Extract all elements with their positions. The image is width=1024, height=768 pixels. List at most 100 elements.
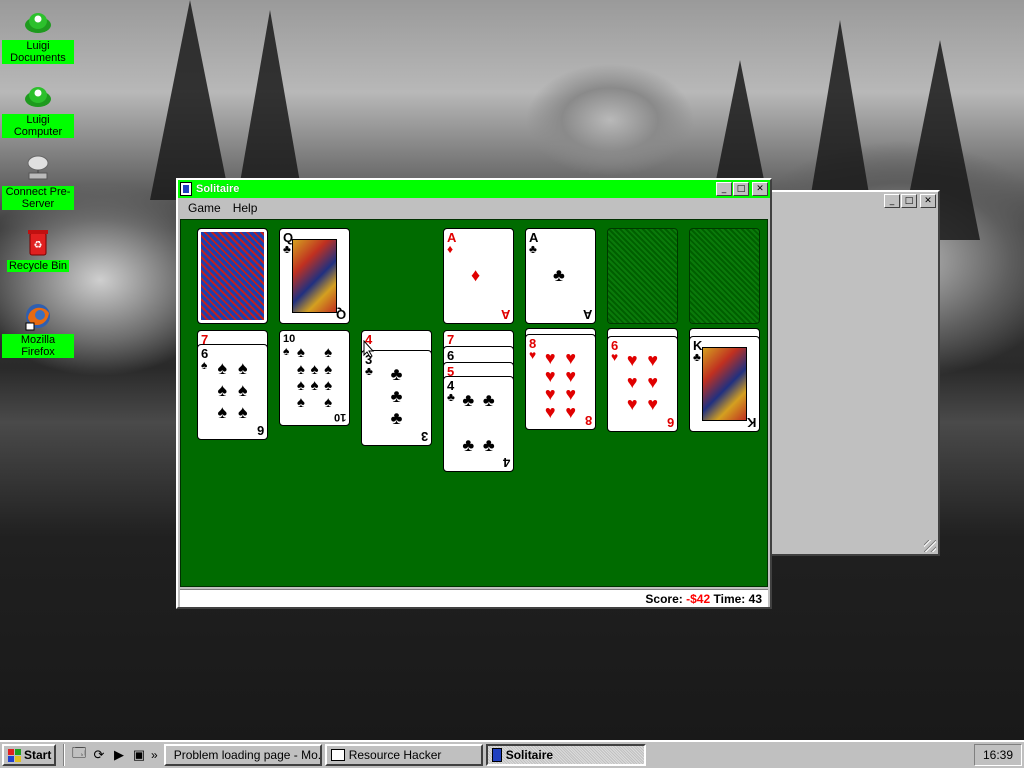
desktop-icon-mozilla-firefox[interactable]: Mozilla Firefox: [2, 300, 74, 358]
solitaire-window[interactable]: Solitaire _ □ ✕ Game Help Q ♣ Q A ♦ ♦ A …: [176, 178, 772, 609]
desktop-icon-recycle-bin[interactable]: ♻ Recycle Bin: [2, 226, 74, 272]
solitaire-app-icon: [180, 182, 192, 196]
recycle-bin-icon: ♻: [22, 226, 54, 258]
desktop-icon[interactable]: ▣: [129, 745, 149, 765]
solitaire-titlebar[interactable]: Solitaire _ □ ✕: [178, 180, 770, 198]
luigi-hat-icon: [22, 80, 54, 112]
foundation-2[interactable]: A ♣ ♣ A: [525, 228, 596, 324]
svg-text:♻: ♻: [34, 240, 43, 251]
card-rank: 4: [502, 455, 510, 470]
close-icon[interactable]: ✕: [920, 194, 936, 208]
card-suit: ♣: [447, 390, 455, 404]
task-resource-hacker[interactable]: Resource Hacker: [324, 744, 483, 766]
club-pips: ♣ ♣ ♣ ♣: [462, 390, 495, 455]
task-label: Resource Hacker: [348, 748, 442, 762]
tableau-1-top-card[interactable]: 6 ♠ ♠ ♠ ♠ ♠ ♠ ♠ 6: [197, 344, 268, 440]
desktop-icon-label: Connect Pre-Server: [2, 186, 74, 210]
desktop-icon-connect-pre-server[interactable]: Connect Pre-Server: [2, 152, 74, 210]
status-bar: Score: -$42 Time: 43: [180, 589, 768, 607]
desktop-icon-label: Mozilla Firefox: [2, 334, 74, 358]
card-suit: ♣: [529, 242, 537, 256]
windows-logo-icon: [8, 748, 21, 762]
card-suit: ♥: [611, 350, 619, 364]
desktop-icon-luigi-documents[interactable]: Luigi Documents: [2, 6, 74, 64]
card-rank: 6: [447, 348, 455, 363]
time-label: Time:: [713, 591, 746, 606]
card-rank: 6: [256, 423, 264, 438]
club-pips: ♣ ♣ ♣: [390, 364, 403, 428]
desktop-icon-luigi-computer[interactable]: Luigi Computer: [2, 80, 74, 138]
card-suit: ♣: [365, 364, 373, 378]
score-label: Score:: [645, 591, 683, 606]
network-drive-icon: [22, 152, 54, 184]
queen-face-image: [292, 239, 337, 313]
close-icon[interactable]: ✕: [752, 182, 768, 196]
desktop-icon-label: Recycle Bin: [6, 260, 70, 272]
card-rank: 3: [420, 429, 428, 444]
card-suit: ♥: [529, 348, 537, 362]
media-player-icon[interactable]: ▶: [109, 745, 129, 765]
card-rank: Q: [335, 307, 346, 322]
card-suit: ♠: [201, 358, 208, 372]
maximize-icon[interactable]: □: [733, 182, 749, 196]
tableau-4-top-card[interactable]: 4 ♣ ♣ ♣ ♣ ♣ 4: [443, 376, 514, 472]
card-suit: ♠: [283, 344, 290, 358]
foundation-3-empty[interactable]: [607, 228, 678, 324]
game-felt[interactable]: Q ♣ Q A ♦ ♦ A A ♣ ♣ A 7 6 ♠ ♠♠♠♠♠♠: [180, 219, 768, 587]
taskbar: Start 🗔 ⟳ ▶ ▣ » Problem loading page - M…: [0, 740, 1024, 768]
card-rank: A: [500, 307, 510, 322]
start-label: Start: [24, 748, 52, 762]
background-window-titlebar[interactable]: _ □ ✕: [766, 192, 938, 210]
heart-pips: ♥ ♥ ♥ ♥ ♥ ♥ ♥ ♥: [544, 348, 577, 422]
mouse-cursor-icon: [363, 340, 375, 358]
foundation-4-empty[interactable]: [689, 228, 760, 324]
spade-pips: ♠ ♠ ♠ ♠ ♠ ♠: [217, 358, 248, 422]
card-suit: ♣: [283, 242, 291, 256]
luigi-hat-icon: [22, 6, 54, 38]
card-rank: 8: [584, 413, 592, 428]
king-face-image: [702, 347, 747, 421]
task-label: Problem loading page - Mo...: [173, 748, 322, 762]
task-solitaire[interactable]: Solitaire: [485, 744, 646, 766]
clock[interactable]: 16:39: [983, 748, 1013, 762]
stock-pile[interactable]: [197, 228, 268, 324]
card-rank: 10: [333, 411, 346, 423]
maximize-icon[interactable]: □: [901, 194, 917, 208]
tableau-6-top-card[interactable]: 6 ♥ ♥ ♥ ♥ ♥ ♥ ♥ 6: [607, 336, 678, 432]
refresh-icon[interactable]: ⟳: [89, 745, 109, 765]
start-button[interactable]: Start: [2, 744, 56, 766]
quicklaunch-divider: [63, 744, 65, 766]
tree-silhouette: [150, 0, 230, 200]
card-suit: ♣: [693, 350, 701, 364]
spade-pips: ♠ ♠ ♠ ♠ ♠ ♠ ♠ ♠ ♠ ♠: [296, 344, 333, 411]
card-rank: 7: [447, 332, 455, 347]
solitaire-app-icon: [491, 748, 502, 762]
tableau-5-top-card[interactable]: 8 ♥ ♥ ♥ ♥ ♥ ♥ ♥ ♥ ♥ 8: [525, 334, 596, 430]
menu-bar: Game Help: [178, 198, 770, 217]
desktop-icon-label: Luigi Documents: [2, 40, 74, 64]
menu-help[interactable]: Help: [227, 201, 264, 215]
menu-game[interactable]: Game: [182, 201, 227, 215]
window-title: Solitaire: [196, 183, 240, 195]
minimize-icon[interactable]: _: [884, 194, 900, 208]
time-value: 43: [748, 591, 762, 606]
club-pip-icon: ♣: [553, 265, 565, 285]
tableau-3-top-card[interactable]: 3 ♣ ♣ ♣ ♣ 3: [361, 350, 432, 446]
card-rank: K: [746, 415, 756, 430]
task-firefox[interactable]: Problem loading page - Mo...: [163, 744, 322, 766]
task-label: Solitaire: [505, 748, 554, 762]
show-desktop-icon[interactable]: 🗔: [69, 745, 89, 765]
diamond-pip-icon: ♦: [471, 265, 481, 285]
card-rank: A: [582, 307, 592, 322]
background-window[interactable]: _ □ ✕: [764, 190, 940, 556]
quicklaunch-overflow-icon[interactable]: »: [151, 748, 158, 762]
desktop-icon-label: Luigi Computer: [2, 114, 74, 138]
tableau-2-top-card[interactable]: 10 ♠ ♠ ♠ ♠ ♠ ♠ ♠ ♠ ♠ ♠ ♠ 10: [279, 330, 350, 426]
waste-pile-top-card[interactable]: Q ♣ Q: [279, 228, 350, 324]
tableau-7-top-card[interactable]: K ♣ K: [689, 336, 760, 432]
resize-grip-icon[interactable]: [924, 540, 936, 552]
resource-hacker-icon: [330, 749, 345, 761]
minimize-icon[interactable]: _: [716, 182, 732, 196]
score-value: -$42: [686, 591, 711, 606]
foundation-1[interactable]: A ♦ ♦ A: [443, 228, 514, 324]
